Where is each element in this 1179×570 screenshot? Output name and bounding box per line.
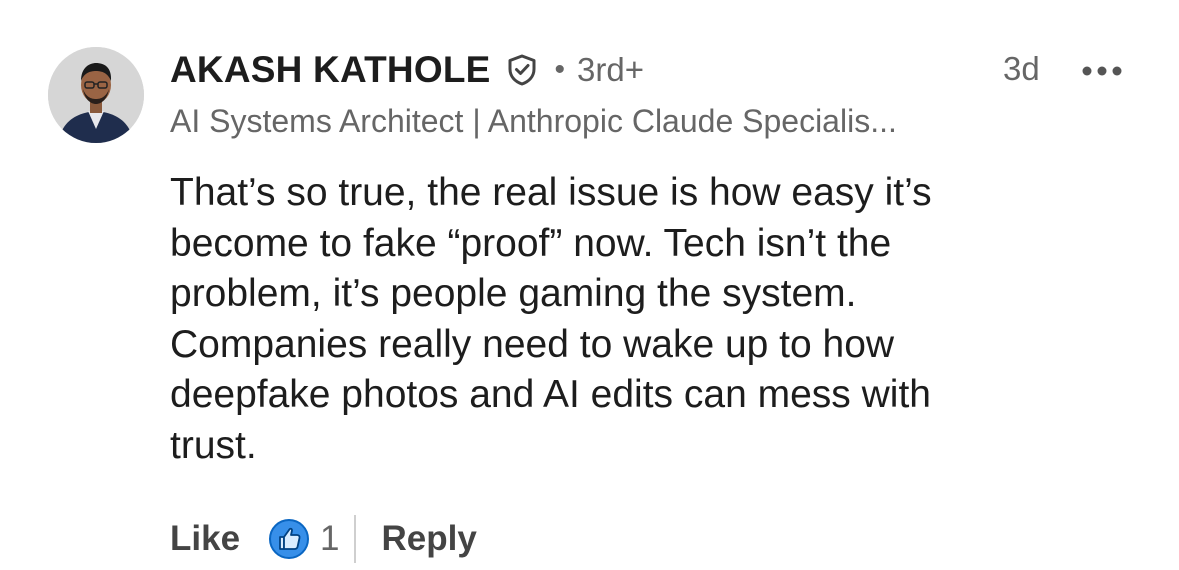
reaction-summary[interactable]: 1 bbox=[268, 518, 340, 560]
connection-degree: 3rd+ bbox=[577, 51, 644, 88]
comment-actions: Like 1 Reply bbox=[170, 508, 477, 570]
reply-button[interactable]: Reply bbox=[382, 519, 477, 559]
more-horizontal-icon[interactable] bbox=[1080, 62, 1124, 80]
comment-header: AKASH KATHOLE • 3rd+ bbox=[170, 48, 644, 92]
author-headline: AI Systems Architect | Anthropic Claude … bbox=[170, 103, 897, 139]
comment-timestamp: 3d bbox=[1003, 50, 1040, 87]
avatar-photo bbox=[48, 47, 144, 143]
separator-dot: • bbox=[554, 53, 566, 86]
author-avatar[interactable] bbox=[48, 47, 144, 143]
comment-text: That’s so true, the real issue is how ea… bbox=[170, 171, 932, 467]
action-divider bbox=[353, 515, 356, 563]
like-thumbs-up-icon bbox=[268, 518, 310, 560]
author-name[interactable]: AKASH KATHOLE bbox=[170, 49, 491, 91]
reaction-count: 1 bbox=[320, 519, 340, 558]
like-button[interactable]: Like bbox=[170, 519, 240, 559]
verified-shield-check-icon bbox=[505, 53, 539, 87]
